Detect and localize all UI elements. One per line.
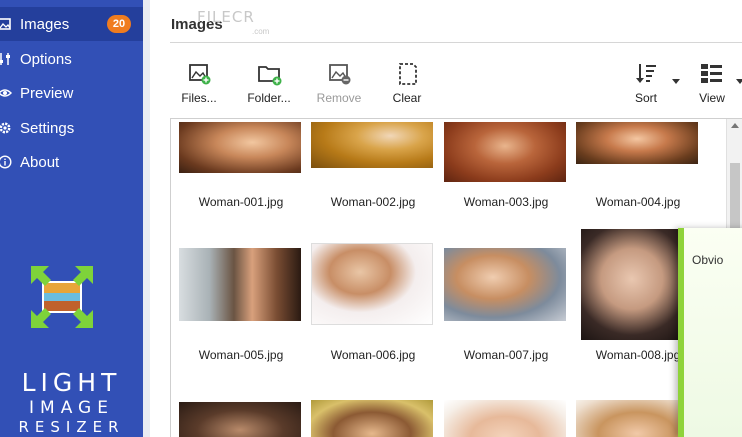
overlay-window[interactable]: Obvio <box>678 228 742 437</box>
clear-button[interactable]: Clear <box>387 60 427 105</box>
remove-image-icon <box>325 60 353 88</box>
image-thumbnail[interactable] <box>311 243 433 325</box>
sort-icon <box>632 60 660 88</box>
sidebar-item-preview[interactable]: Preview <box>0 76 143 110</box>
file-name: Woman-003.jpg <box>463 195 549 209</box>
photo <box>444 248 566 321</box>
photo <box>312 244 432 324</box>
view-label: View <box>699 91 725 105</box>
sort-button[interactable]: Sort <box>628 60 664 105</box>
file-name: Woman-006.jpg <box>330 348 416 362</box>
file-name: Woman-001.jpg <box>198 195 284 209</box>
image-count-badge: 20 <box>107 15 131 33</box>
sidebar-item-about[interactable]: About <box>0 145 143 179</box>
image-thumbnail[interactable] <box>179 248 301 321</box>
add-files-label: Files... <box>181 91 217 105</box>
brand-light: LIGHT <box>21 368 122 397</box>
photo <box>179 122 301 173</box>
photo <box>444 122 566 182</box>
view-chevron-down-icon[interactable] <box>736 79 742 84</box>
scrollbar-thumb[interactable] <box>730 163 740 233</box>
scroll-up-icon[interactable] <box>731 123 739 128</box>
sort-label: Sort <box>634 91 657 105</box>
sidebar: Images 20 Options Preview Settings About… <box>0 0 143 437</box>
image-thumbnail[interactable] <box>444 248 566 321</box>
remove-button[interactable]: Remove <box>314 60 364 105</box>
sidebar-item-label: Preview <box>20 84 74 102</box>
sort-chevron-down-icon[interactable] <box>672 79 680 84</box>
photo <box>179 402 301 437</box>
add-folder-button[interactable]: Folder... <box>243 60 295 105</box>
sidebar-item-settings[interactable]: Settings <box>0 111 143 145</box>
add-folder-icon <box>255 60 283 88</box>
image-thumbnail[interactable] <box>179 402 301 437</box>
header-divider <box>170 42 742 43</box>
photo <box>311 400 433 437</box>
app-window: Images 20 Options Preview Settings About… <box>0 0 742 437</box>
brand-image: IMAGE <box>29 398 114 418</box>
gear-icon <box>0 121 12 135</box>
app-logo-icon <box>29 264 95 330</box>
photo <box>311 122 433 168</box>
sidebar-item-label: About <box>20 153 60 171</box>
brand-resizer: RESIZER <box>18 418 125 436</box>
sidebar-separator <box>143 0 150 437</box>
add-image-icon <box>185 60 213 88</box>
file-name: Woman-004.jpg <box>595 195 681 209</box>
sidebar-item-options[interactable]: Options <box>0 42 143 76</box>
file-name: Woman-002.jpg <box>330 195 416 209</box>
photo <box>576 122 698 164</box>
sidebar-item-images[interactable]: Images 20 <box>0 7 143 41</box>
file-name: Woman-007.jpg <box>463 348 549 362</box>
sidebar-item-label: Settings <box>20 119 75 137</box>
image-thumbnail[interactable] <box>444 122 566 182</box>
info-icon <box>0 155 12 169</box>
sidebar-item-label: Options <box>20 50 72 68</box>
overlay-window-text: Obvio <box>692 253 724 267</box>
remove-label: Remove <box>316 91 362 105</box>
image-thumbnail[interactable] <box>576 122 698 164</box>
watermark: FILECR <box>197 8 255 26</box>
images-icon <box>0 17 12 31</box>
photo <box>444 400 566 437</box>
add-files-button[interactable]: Files... <box>178 60 220 105</box>
sliders-icon <box>0 52 12 66</box>
sidebar-item-label: Images <box>20 15 70 33</box>
view-list-icon <box>698 60 726 88</box>
clear-label: Clear <box>392 91 422 105</box>
image-thumbnail[interactable] <box>179 122 301 173</box>
image-grid[interactable]: Woman-001.jpg Woman-002.jpg Woman-003.jp… <box>170 118 742 437</box>
file-name: Woman-005.jpg <box>198 348 284 362</box>
view-button[interactable]: View <box>696 60 728 105</box>
image-thumbnail[interactable] <box>311 122 433 168</box>
eye-icon <box>0 86 13 100</box>
image-thumbnail[interactable] <box>311 400 433 437</box>
image-thumbnail[interactable] <box>444 400 566 437</box>
clear-icon <box>393 60 421 88</box>
watermark-sub: .com <box>252 27 270 36</box>
photo <box>179 248 301 321</box>
add-folder-label: Folder... <box>247 91 291 105</box>
